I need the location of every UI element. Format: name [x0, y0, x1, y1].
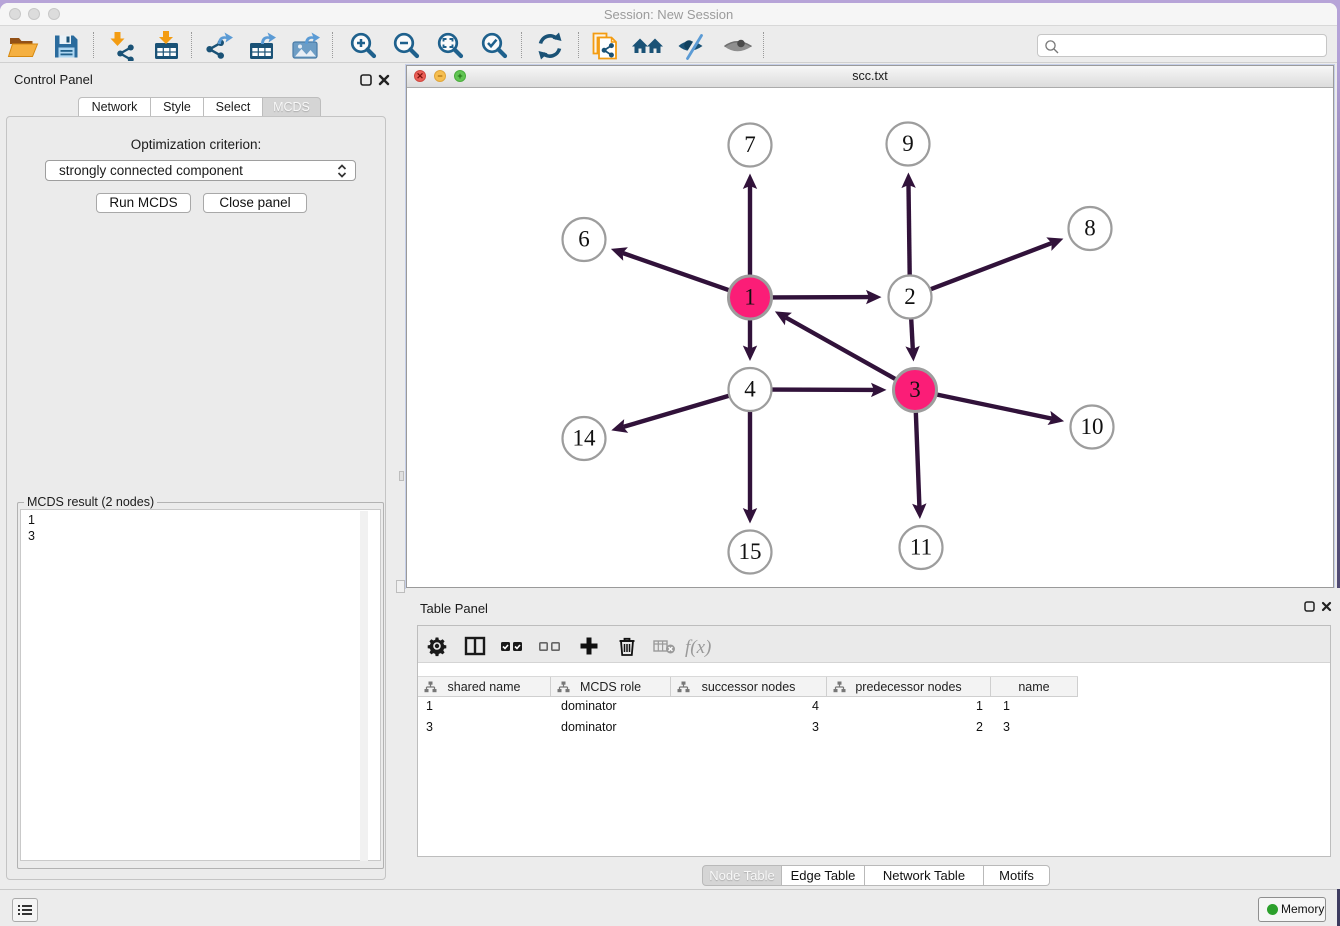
svg-text:3: 3 [909, 377, 921, 402]
svg-text:9: 9 [902, 131, 914, 156]
svg-text:2: 2 [904, 284, 916, 309]
svg-text:14: 14 [573, 426, 597, 451]
svg-text:10: 10 [1081, 414, 1104, 439]
svg-text:8: 8 [1084, 216, 1096, 241]
svg-text:1: 1 [744, 285, 756, 310]
svg-text:11: 11 [910, 535, 932, 560]
svg-text:7: 7 [744, 132, 756, 157]
svg-text:15: 15 [739, 539, 762, 564]
svg-text:4: 4 [744, 377, 756, 402]
svg-text:f(x): f(x) [685, 637, 711, 658]
svg-text:6: 6 [578, 227, 590, 252]
